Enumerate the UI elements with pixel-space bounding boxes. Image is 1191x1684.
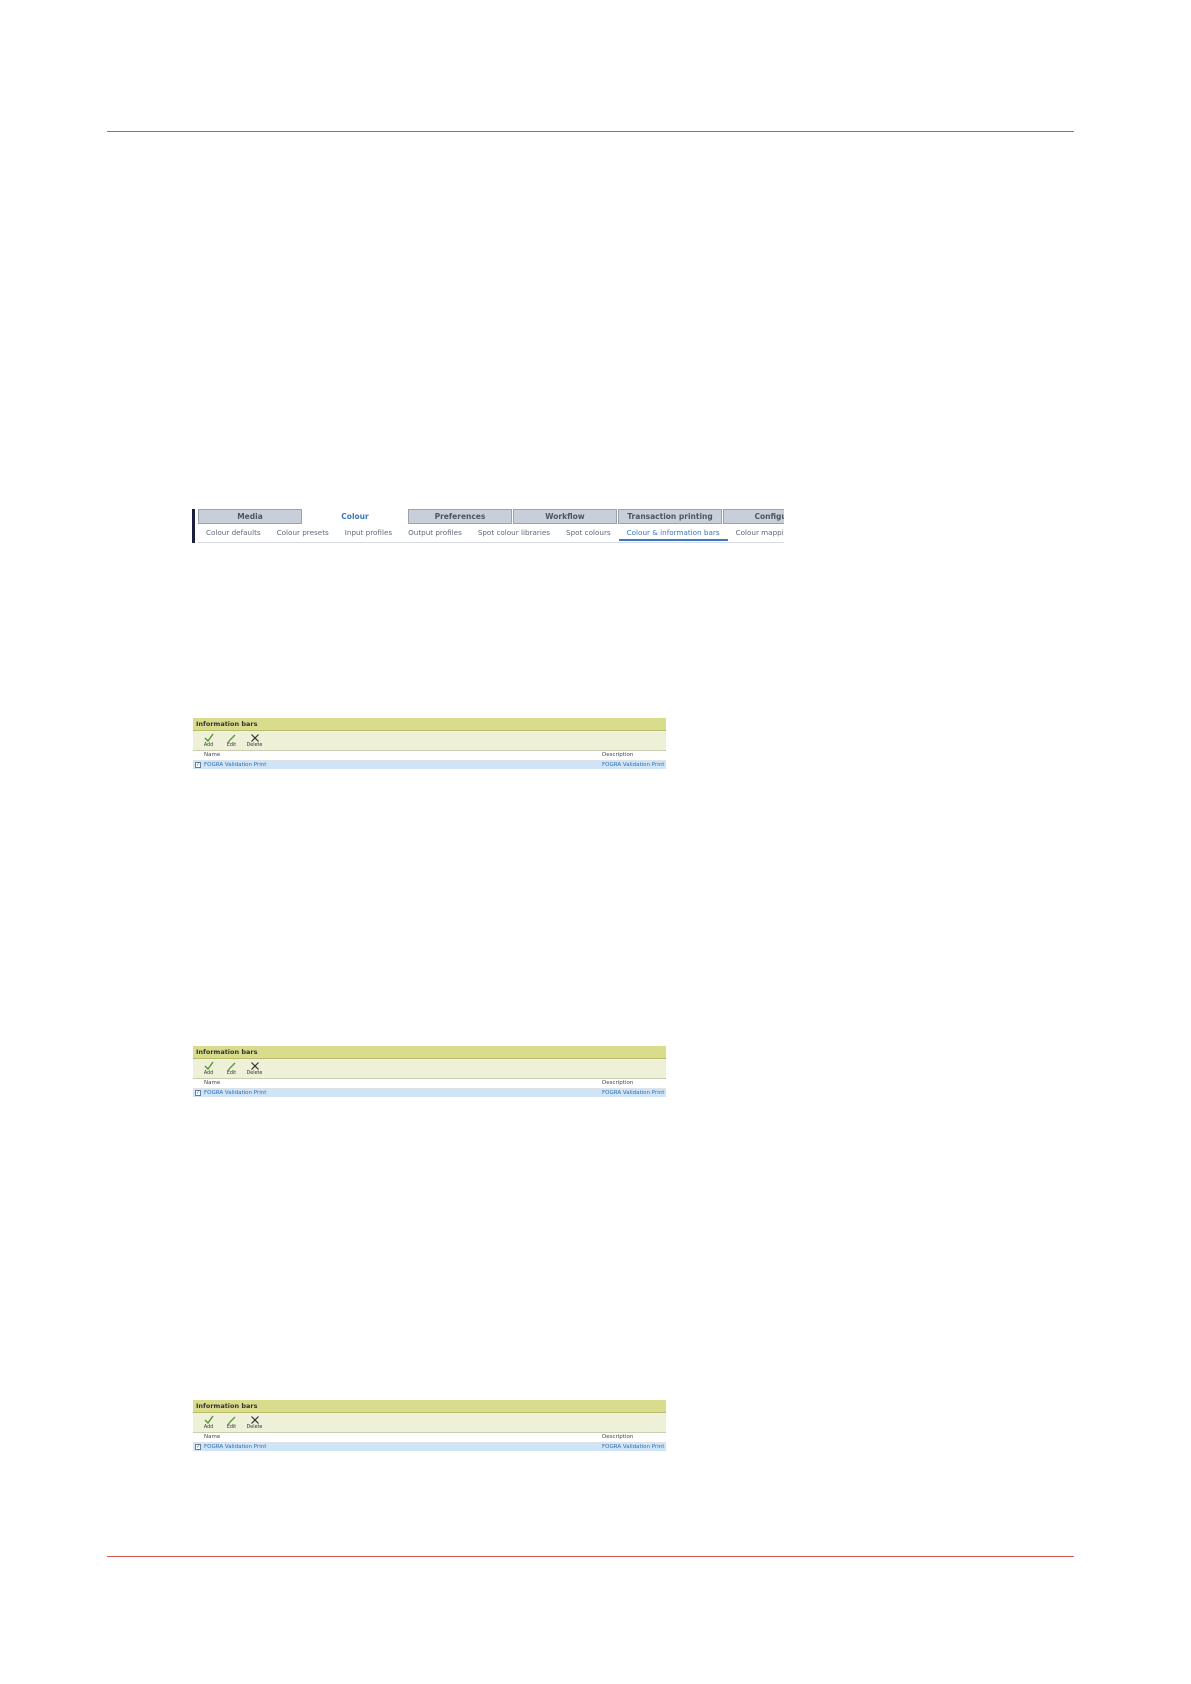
add-check-icon xyxy=(203,1414,214,1425)
add-check-icon xyxy=(203,1060,214,1071)
add-button[interactable]: Add xyxy=(197,1413,220,1432)
delete-x-icon xyxy=(250,1414,260,1425)
delete-button[interactable]: Delete xyxy=(243,1413,266,1432)
edit-pencil-icon xyxy=(227,732,237,743)
table-header: Name Description xyxy=(193,1078,666,1089)
footer-rule xyxy=(107,1556,1074,1557)
table-header: Name Description xyxy=(193,1432,666,1443)
edit-button[interactable]: Edit xyxy=(220,1413,243,1432)
table-row[interactable]: ✓ FOGRA Validation Print FOGRA Validatio… xyxy=(193,761,666,769)
tab-colour[interactable]: Colour xyxy=(303,509,407,524)
edit-button[interactable]: Edit xyxy=(220,1059,243,1078)
subtab-colour-presets[interactable]: Colour presets xyxy=(269,526,337,541)
row-checkbox[interactable]: ✓ xyxy=(195,1444,201,1450)
add-label: Add xyxy=(203,743,214,748)
subtab-spot-colours[interactable]: Spot colours xyxy=(558,526,619,541)
add-label: Add xyxy=(203,1071,214,1076)
add-button[interactable]: Add xyxy=(197,731,220,750)
tab-preferences[interactable]: Preferences xyxy=(408,509,512,524)
subtab-input-profiles[interactable]: Input profiles xyxy=(337,526,400,541)
row-description: FOGRA Validation Print xyxy=(602,1090,665,1096)
row-name: FOGRA Validation Print xyxy=(204,1444,267,1450)
tab-configure[interactable]: Configure xyxy=(723,509,784,524)
delete-button[interactable]: Delete xyxy=(243,1059,266,1078)
delete-x-icon xyxy=(250,1060,260,1071)
row-name: FOGRA Validation Print xyxy=(204,762,267,768)
table-row[interactable]: ✓ FOGRA Validation Print FOGRA Validatio… xyxy=(193,1443,666,1451)
tab-media[interactable]: Media xyxy=(198,509,302,524)
main-tab-row: Media Colour Preferences Workflow Transa… xyxy=(198,509,784,525)
header-rule xyxy=(107,131,1074,132)
edit-pencil-icon xyxy=(227,1060,237,1071)
information-bars-panel: Information bars Add Edit Delete Name De… xyxy=(193,1046,666,1097)
row-description: FOGRA Validation Print xyxy=(602,1444,665,1450)
subtab-output-profiles[interactable]: Output profiles xyxy=(400,526,470,541)
panel-toolbar: Add Edit Delete xyxy=(193,1413,666,1432)
edit-label: Edit xyxy=(226,1071,237,1076)
column-name-header[interactable]: Name xyxy=(204,751,220,760)
column-name-header[interactable]: Name xyxy=(204,1433,220,1442)
delete-label: Delete xyxy=(246,1071,263,1076)
subtab-spot-colour-libraries[interactable]: Spot colour libraries xyxy=(470,526,558,541)
tabs-bottom-line xyxy=(198,542,784,543)
subtab-colour-information-bars[interactable]: Colour & information bars xyxy=(618,526,728,541)
add-check-icon xyxy=(203,732,214,743)
settings-tabs: Media Colour Preferences Workflow Transa… xyxy=(192,509,784,543)
add-button[interactable]: Add xyxy=(197,1059,220,1078)
edit-label: Edit xyxy=(226,1425,237,1430)
delete-button[interactable]: Delete xyxy=(243,731,266,750)
delete-x-icon xyxy=(250,732,260,743)
table-row[interactable]: ✓ FOGRA Validation Print FOGRA Validatio… xyxy=(193,1089,666,1097)
information-bars-panel: Information bars Add Edit Delete Name De… xyxy=(193,718,666,769)
sub-tab-row: Colour defaults Colour presets Input pro… xyxy=(198,526,784,542)
column-description-header[interactable]: Description xyxy=(602,1079,633,1088)
edit-label: Edit xyxy=(226,743,237,748)
column-name-header[interactable]: Name xyxy=(204,1079,220,1088)
delete-label: Delete xyxy=(246,1425,263,1430)
subtab-colour-mappings[interactable]: Colour mappings xyxy=(728,526,784,541)
tabs-left-bar xyxy=(192,509,195,543)
tab-transaction-printing[interactable]: Transaction printing xyxy=(618,509,722,524)
delete-label: Delete xyxy=(246,743,263,748)
panel-title: Information bars xyxy=(193,718,666,731)
edit-button[interactable]: Edit xyxy=(220,731,243,750)
row-description: FOGRA Validation Print xyxy=(602,762,665,768)
add-label: Add xyxy=(203,1425,214,1430)
column-description-header[interactable]: Description xyxy=(602,1433,633,1442)
row-name: FOGRA Validation Print xyxy=(204,1090,267,1096)
table-header: Name Description xyxy=(193,750,666,761)
panel-toolbar: Add Edit Delete xyxy=(193,1059,666,1078)
row-checkbox[interactable]: ✓ xyxy=(195,1090,201,1096)
tab-workflow[interactable]: Workflow xyxy=(513,509,617,524)
information-bars-panel: Information bars Add Edit Delete Name De… xyxy=(193,1400,666,1451)
panel-title: Information bars xyxy=(193,1400,666,1413)
row-checkbox[interactable]: ✓ xyxy=(195,762,201,768)
column-description-header[interactable]: Description xyxy=(602,751,633,760)
subtab-colour-defaults[interactable]: Colour defaults xyxy=(198,526,269,541)
edit-pencil-icon xyxy=(227,1414,237,1425)
panel-title: Information bars xyxy=(193,1046,666,1059)
panel-toolbar: Add Edit Delete xyxy=(193,731,666,750)
